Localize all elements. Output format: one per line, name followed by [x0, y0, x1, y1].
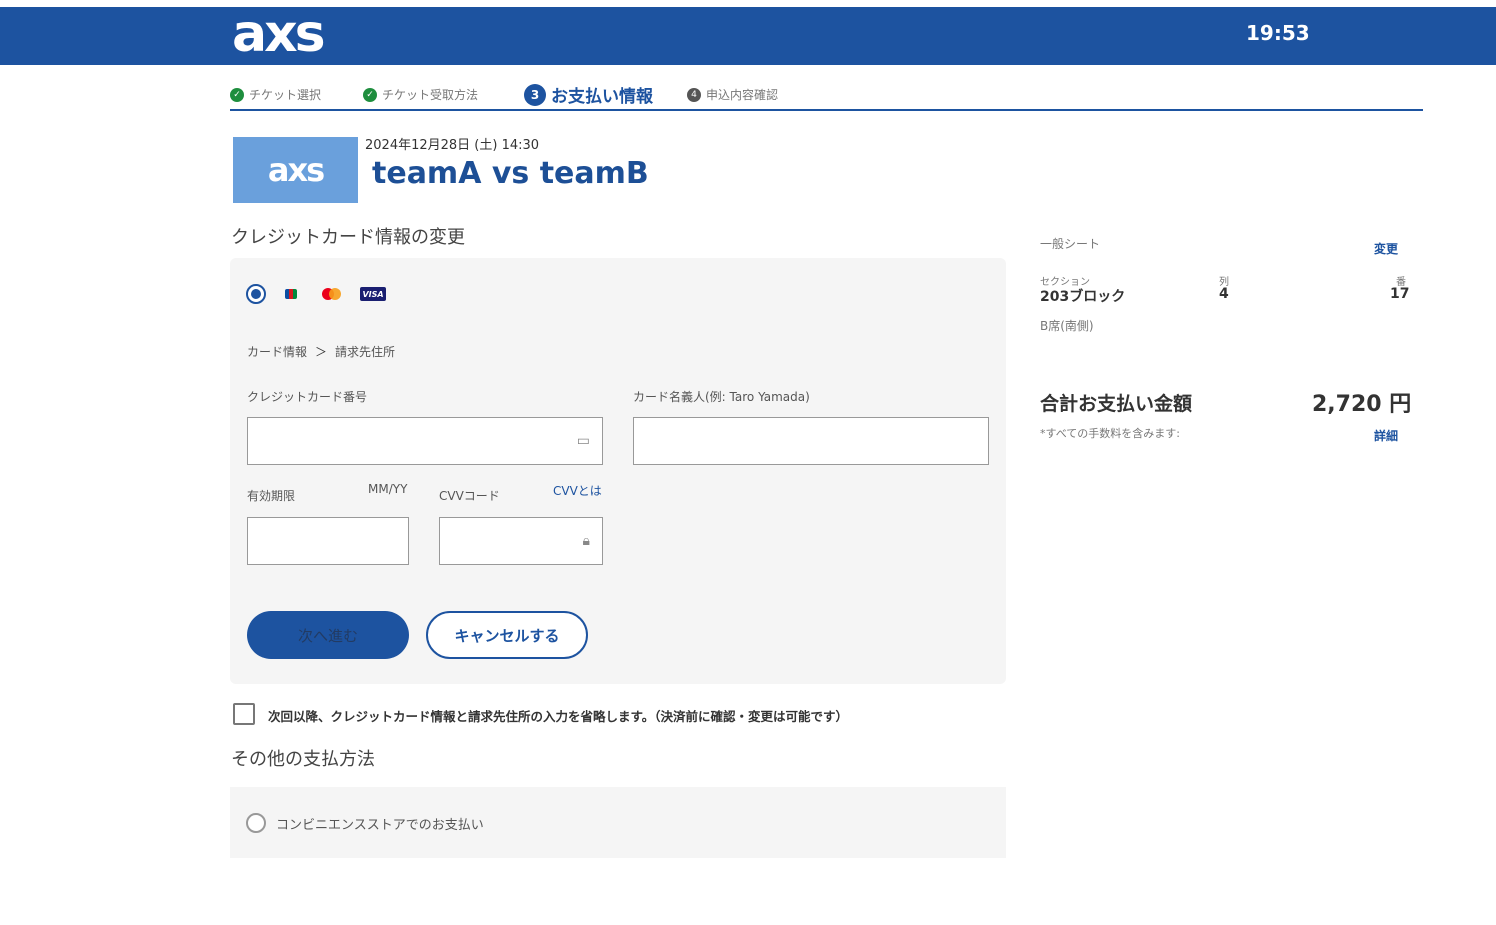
seat-value: 17	[1390, 286, 1410, 302]
countdown-timer: 19:53	[1246, 21, 1310, 45]
cvv-input[interactable]	[440, 518, 602, 564]
jcb-icon	[285, 289, 297, 299]
seat-type-label: 一般シート	[1040, 237, 1101, 251]
total-amount-label: 合計お支払い金額	[1040, 393, 1193, 415]
chevron-right-icon: ＞	[315, 345, 328, 359]
step-label: チケット受取方法	[382, 88, 479, 102]
form-breadcrumb: カード情報 ＞ 請求先住所	[247, 343, 395, 360]
thumbnail-logo: axs	[267, 151, 325, 189]
step-ticket-delivery: ✓ チケット受取方法	[363, 86, 478, 103]
credit-card-icon: ▭	[576, 433, 590, 449]
total-amount-value: 2,720 円	[1312, 392, 1412, 417]
credit-card-radio[interactable]	[246, 284, 266, 304]
section-value: 203ブロック	[1040, 289, 1126, 305]
event-title: teamA vs teamB	[372, 156, 649, 191]
progress-steps: ✓ チケット選択 ✓ チケット受取方法 3 お支払い情報 4 申込内容確認	[230, 83, 1423, 111]
step-number-icon: 4	[687, 87, 701, 102]
event-thumbnail: axs	[233, 137, 358, 203]
card-section-title: クレジットカード情報の変更	[231, 227, 465, 248]
expiry-label: 有効期限	[247, 489, 296, 503]
save-card-checkbox[interactable]	[233, 703, 255, 725]
visa-icon: VISA	[360, 287, 386, 301]
other-methods-title: その他の支払方法	[231, 749, 375, 770]
step-confirmation: 4 申込内容確認	[687, 86, 778, 103]
breadcrumb-card-info: カード情報	[247, 345, 308, 359]
step-label: 申込内容確認	[706, 88, 779, 102]
card-number-field[interactable]: ▭	[247, 417, 603, 465]
card-holder-input[interactable]	[634, 418, 988, 464]
check-circle-icon: ✓	[363, 87, 377, 102]
row-value: 4	[1219, 286, 1229, 302]
fee-detail-link[interactable]: 詳細	[1374, 427, 1398, 444]
cvv-field[interactable]: 🔒︎	[439, 517, 603, 565]
breadcrumb-billing-address: 請求先住所	[335, 345, 396, 359]
cvv-label: CVVコード	[439, 489, 500, 503]
check-circle-icon: ✓	[230, 87, 244, 102]
convenience-store-radio[interactable]	[246, 813, 266, 833]
cancel-button[interactable]: キャンセルする	[426, 611, 588, 659]
save-card-label[interactable]: 次回以降、クレジットカード情報と請求先住所の入力を省略します。（決済前に確認・変…	[268, 706, 848, 725]
next-button[interactable]: 次へ進む	[247, 611, 409, 659]
expiry-input[interactable]	[248, 518, 408, 564]
cvv-help-link[interactable]: CVVとは	[553, 482, 602, 499]
card-number-input[interactable]	[248, 418, 602, 464]
step-ticket-selection: ✓ チケット選択	[230, 86, 321, 103]
event-date: 2024年12月28日 (土) 14:30	[365, 138, 540, 153]
card-holder-field[interactable]	[633, 417, 989, 465]
step-number-icon: 3	[524, 83, 546, 106]
card-holder-label: カード名義人(例: Taro Yamada)	[633, 390, 810, 404]
axs-logo[interactable]: axs	[232, 8, 326, 60]
step-label: お支払い情報	[551, 87, 653, 107]
top-header: axs 19:53	[0, 7, 1496, 65]
step-payment-info: 3 お支払い情報	[524, 82, 653, 107]
area-label: B席(南側)	[1040, 319, 1094, 333]
expiry-format-hint: MM/YY	[368, 482, 408, 496]
step-label: チケット選択	[249, 88, 322, 102]
convenience-store-label[interactable]: コンビニエンスストアでのお支払い	[276, 814, 484, 833]
change-seat-link[interactable]: 変更	[1374, 240, 1398, 257]
mastercard-icon	[322, 288, 342, 300]
fee-note: *すべての手数料を含みます:	[1040, 427, 1180, 440]
expiry-field[interactable]	[247, 517, 409, 565]
lock-icon: 🔒︎	[582, 533, 590, 549]
card-number-label: クレジットカード番号	[247, 390, 368, 404]
